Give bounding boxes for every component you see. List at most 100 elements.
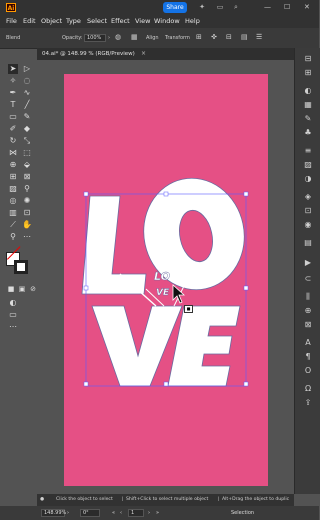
- close-icon[interactable]: ✕: [304, 3, 310, 11]
- maximize-icon[interactable]: ☐: [284, 3, 290, 11]
- prev-artboard-icon[interactable]: ‹: [120, 510, 122, 516]
- distribute-icon[interactable]: ▤: [241, 34, 248, 41]
- menu-file[interactable]: File: [6, 17, 17, 26]
- align-label[interactable]: Align: [146, 35, 159, 42]
- zoom-field[interactable]: 148.99%: [41, 509, 66, 517]
- close-tab-icon[interactable]: ×: [141, 50, 146, 58]
- play-actions-icon[interactable]: ▶: [303, 258, 313, 268]
- symbols-icon[interactable]: ♣: [303, 128, 313, 138]
- glyphs-icon[interactable]: Ω: [303, 384, 313, 394]
- style-icon[interactable]: ▦: [131, 34, 138, 41]
- more-tools-icon[interactable]: ⋯: [22, 232, 32, 242]
- line-tool-icon[interactable]: ╱: [22, 100, 32, 110]
- title-bar: Ai Share ✦ ▭ ⌕ — ☐ ✕: [0, 0, 319, 14]
- draw-mode-icon[interactable]: ◐: [8, 298, 18, 308]
- handle-ml: [83, 285, 89, 291]
- transform-label[interactable]: Transform: [165, 35, 190, 42]
- selection-tool-icon[interactable]: ➤: [8, 64, 18, 74]
- lasso-icon[interactable]: ◌: [22, 76, 32, 86]
- paragraph-icon[interactable]: ¶: [303, 352, 313, 362]
- lightbulb-icon[interactable]: ✦: [198, 3, 206, 11]
- edit-toolbar-icon[interactable]: ⋯: [8, 322, 18, 332]
- color-panel-icon[interactable]: ◐: [303, 86, 313, 96]
- links-icon[interactable]: ⊂: [303, 274, 313, 284]
- stroke-swatch[interactable]: [14, 260, 28, 274]
- direct-selection-tool-icon[interactable]: ▷: [22, 64, 32, 74]
- next-artboard-icon[interactable]: ›: [148, 510, 150, 516]
- symbol-sprayer-icon[interactable]: ✺: [22, 196, 32, 206]
- slice-tool-icon[interactable]: ⟋: [8, 220, 18, 230]
- asset-export-icon[interactable]: ⇪: [303, 398, 313, 408]
- align-panel-icon[interactable]: ⫼: [303, 292, 313, 302]
- artboard-tool-icon[interactable]: ⊡: [22, 208, 32, 218]
- menu-select[interactable]: Select: [87, 17, 107, 26]
- shape-builder-icon[interactable]: ⊕: [8, 160, 18, 170]
- color-icon[interactable]: ■: [6, 284, 16, 294]
- gradient-tool-icon[interactable]: ▨: [8, 184, 18, 194]
- share-button[interactable]: Share: [163, 2, 187, 13]
- menu-help[interactable]: Help: [185, 17, 200, 26]
- shaper-tool-icon[interactable]: ✐: [8, 124, 18, 134]
- artboard[interactable]: LO VE: [64, 74, 268, 486]
- character-icon[interactable]: A: [303, 338, 313, 348]
- zoom-chevron-icon[interactable]: ›: [67, 510, 69, 516]
- brushes-icon[interactable]: ✎: [303, 114, 313, 124]
- gradient-panel-icon[interactable]: ▨: [303, 160, 313, 170]
- blend-tool-icon[interactable]: ◎: [8, 196, 18, 206]
- workspace-icon[interactable]: ▭: [216, 3, 224, 11]
- last-artboard-icon[interactable]: »: [156, 510, 159, 516]
- isolate-icon[interactable]: ⊞: [196, 34, 202, 41]
- gradient-mode-icon[interactable]: ▣: [17, 284, 27, 294]
- menu-window[interactable]: Window: [154, 17, 180, 26]
- layers-icon[interactable]: ◈: [303, 192, 313, 202]
- swatches-icon[interactable]: ▦: [303, 100, 313, 110]
- panel-menu-icon[interactable]: ☰: [256, 34, 262, 41]
- comments-icon[interactable]: ▤: [303, 238, 313, 248]
- eraser-icon[interactable]: ◆: [22, 124, 32, 134]
- pen-tool-icon[interactable]: ✒: [8, 88, 18, 98]
- perspective-grid-icon[interactable]: ⊞: [8, 172, 18, 182]
- zoom-tool-icon[interactable]: ⚲: [8, 232, 18, 242]
- opacity-field[interactable]: 100%: [84, 34, 106, 42]
- opacity-chevron-icon[interactable]: ›: [108, 35, 110, 42]
- curvature-icon[interactable]: ∿: [22, 88, 32, 98]
- free-transform-icon[interactable]: ⬚: [22, 148, 32, 158]
- screen-mode-icon[interactable]: ▭: [8, 310, 18, 320]
- paintbrush-icon[interactable]: ✎: [22, 112, 32, 122]
- stroke-panel-icon[interactable]: ≡: [303, 146, 313, 156]
- minimize-icon[interactable]: —: [264, 3, 271, 11]
- column-graph-icon[interactable]: ▥: [8, 208, 18, 218]
- rotate-tool-icon[interactable]: ↻: [8, 136, 18, 146]
- hand-tool-icon[interactable]: ✋: [22, 220, 32, 230]
- search-icon[interactable]: ⌕: [232, 3, 240, 11]
- transparency-icon[interactable]: ◑: [303, 174, 313, 184]
- hint-separator-2: |: [218, 497, 220, 502]
- magic-wand-icon[interactable]: ✧: [8, 76, 18, 86]
- width-tool-icon[interactable]: ⋈: [8, 148, 18, 158]
- grid-icon[interactable]: ⊟: [226, 34, 232, 41]
- opentype-icon[interactable]: O: [303, 366, 313, 376]
- first-artboard-icon[interactable]: «: [112, 510, 115, 516]
- artboard-number-field[interactable]: 1: [128, 509, 144, 517]
- eyedropper-icon[interactable]: ⚲: [22, 184, 32, 194]
- quick-action-icon[interactable]: ✜: [211, 34, 217, 41]
- menu-object[interactable]: Object: [41, 17, 62, 26]
- document-tab[interactable]: 04.ai* @ 148.99 % (RGB/Preview): [42, 50, 135, 58]
- properties-icon[interactable]: ⊟: [303, 54, 313, 64]
- mesh-tool-icon[interactable]: ⊠: [22, 172, 32, 182]
- type-tool-icon[interactable]: T: [8, 100, 18, 110]
- scale-tool-icon[interactable]: ⤡: [22, 136, 32, 146]
- appearance-icon[interactable]: ◉: [303, 220, 313, 230]
- recolor-icon[interactable]: ◍: [115, 34, 121, 41]
- menu-view[interactable]: View: [135, 17, 150, 26]
- artboards-panel-icon[interactable]: ⊡: [303, 206, 313, 216]
- menu-type[interactable]: Type: [66, 17, 81, 26]
- libraries-icon[interactable]: ⊞: [303, 68, 313, 78]
- pathfinder-icon[interactable]: ⊕: [303, 306, 313, 316]
- menu-edit[interactable]: Edit: [23, 17, 36, 26]
- menu-effect[interactable]: Effect: [111, 17, 130, 26]
- live-paint-icon[interactable]: ⬙: [22, 160, 32, 170]
- transform-panel-icon[interactable]: ⊠: [303, 320, 313, 330]
- rectangle-tool-icon[interactable]: ▭: [8, 112, 18, 122]
- rotation-field[interactable]: 0°: [80, 509, 100, 517]
